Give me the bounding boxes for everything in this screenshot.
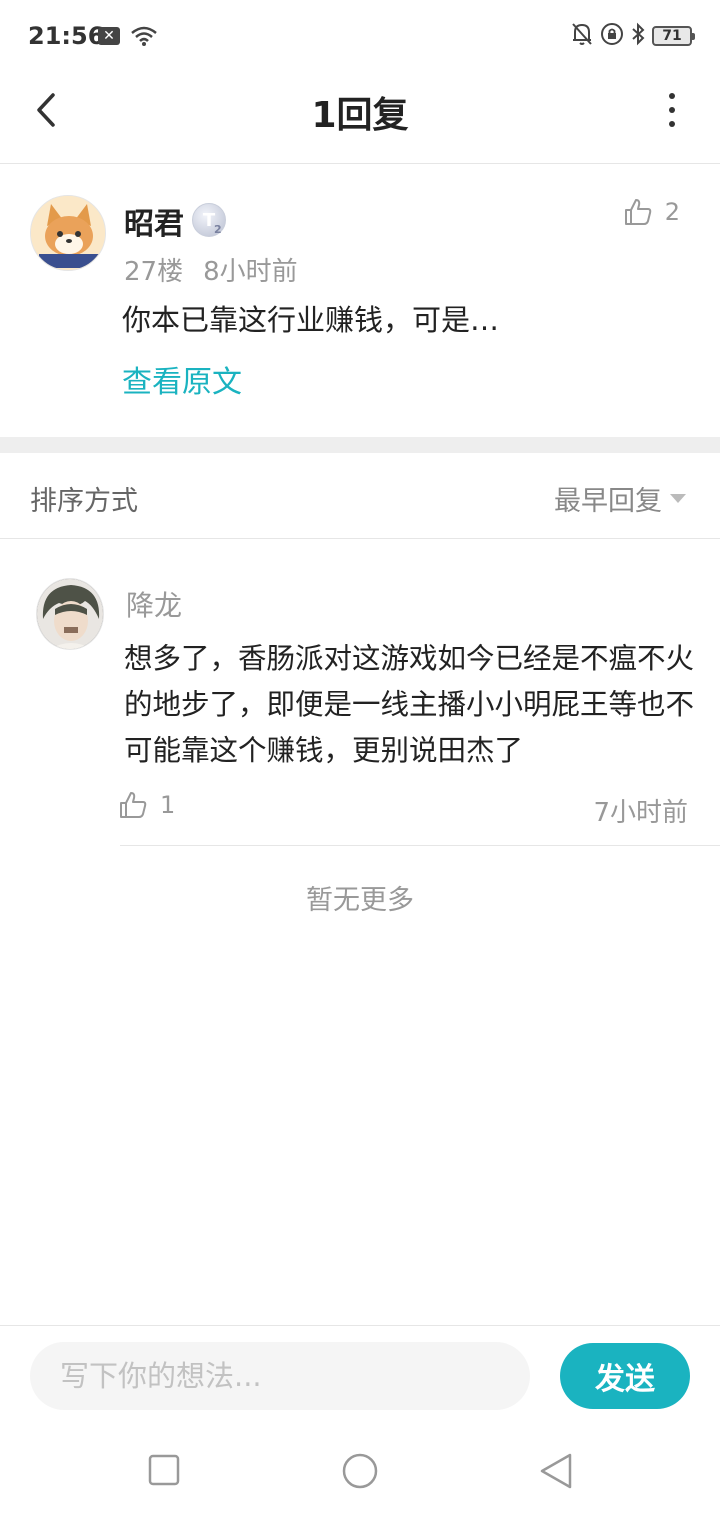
status-time: 21:56 <box>28 22 105 50</box>
comment-time: 8小时前 <box>203 257 298 287</box>
circle-icon <box>342 1453 378 1489</box>
like-count: 1 <box>160 791 176 819</box>
like-button[interactable]: 1 <box>118 790 175 820</box>
more-vertical-icon <box>669 93 675 99</box>
original-comment: 昭君 T 2 27楼 8小时前 你本已靠这行业赚钱，可是… 查看原文 2 <box>0 165 720 437</box>
sort-label: 排序方式 <box>30 486 138 517</box>
reply-input[interactable] <box>30 1342 530 1410</box>
sort-dropdown[interactable]: 最早回复 <box>554 479 686 518</box>
section-divider <box>0 437 720 453</box>
avatar[interactable] <box>36 578 104 650</box>
bluetooth-icon <box>630 22 646 50</box>
thumbs-up-icon <box>120 792 147 818</box>
sort-bar: 排序方式 最早回复 <box>0 453 720 539</box>
status-icons: 71 <box>570 21 695 51</box>
top-nav-bar: 1回复 <box>0 72 720 164</box>
more-button[interactable] <box>662 90 682 130</box>
square-icon <box>148 1454 180 1486</box>
wifi-icon <box>130 24 158 52</box>
like-button[interactable]: 2 <box>623 197 680 227</box>
send-button[interactable]: 发送 <box>560 1343 690 1409</box>
x-notification-icon: ✕ <box>98 27 120 45</box>
reply-author[interactable]: 降龙 <box>126 584 182 624</box>
no-more-label: 暂无更多 <box>306 885 414 916</box>
divider <box>120 845 720 846</box>
reply-text: 想多了，香肠派对这游戏如今已经是不瘟不火的地步了，即便是一线主播小小明屁王等也不… <box>124 642 695 767</box>
comment-meta: 27楼 8小时前 <box>124 251 298 288</box>
system-navigation-bar <box>0 1425 720 1520</box>
triangle-back-icon <box>540 1453 572 1489</box>
rotation-lock-icon <box>600 22 624 50</box>
bell-muted-icon <box>570 21 594 51</box>
comment-text: 你本已靠这行业赚钱，可是… <box>122 303 500 337</box>
home-button[interactable] <box>340 1453 380 1493</box>
battery-icon: 71 <box>652 26 695 46</box>
like-count: 2 <box>664 198 680 226</box>
page-title: 1回复 <box>311 95 409 136</box>
avatar[interactable] <box>30 195 106 271</box>
floor-number: 27楼 <box>124 257 184 287</box>
level-number: 2 <box>214 223 222 236</box>
reply-item: 降龙 想多了，香肠派对这游戏如今已经是不瘟不火的地步了，即便是一线主播小小明屁王… <box>0 540 720 846</box>
reply-input-bar: 发送 <box>0 1325 720 1425</box>
recent-apps-button[interactable] <box>148 1453 180 1491</box>
view-original-link[interactable]: 查看原文 <box>122 357 242 401</box>
thumbs-up-icon <box>624 199 651 225</box>
author-name[interactable]: 昭君 <box>124 199 184 243</box>
reply-time: 7小时前 <box>593 798 688 828</box>
sort-selected: 最早回复 <box>554 486 662 517</box>
caret-down-icon <box>670 494 686 503</box>
system-back-button[interactable] <box>536 1453 576 1493</box>
status-bar: 21:56 ✕ 71 <box>0 0 720 72</box>
